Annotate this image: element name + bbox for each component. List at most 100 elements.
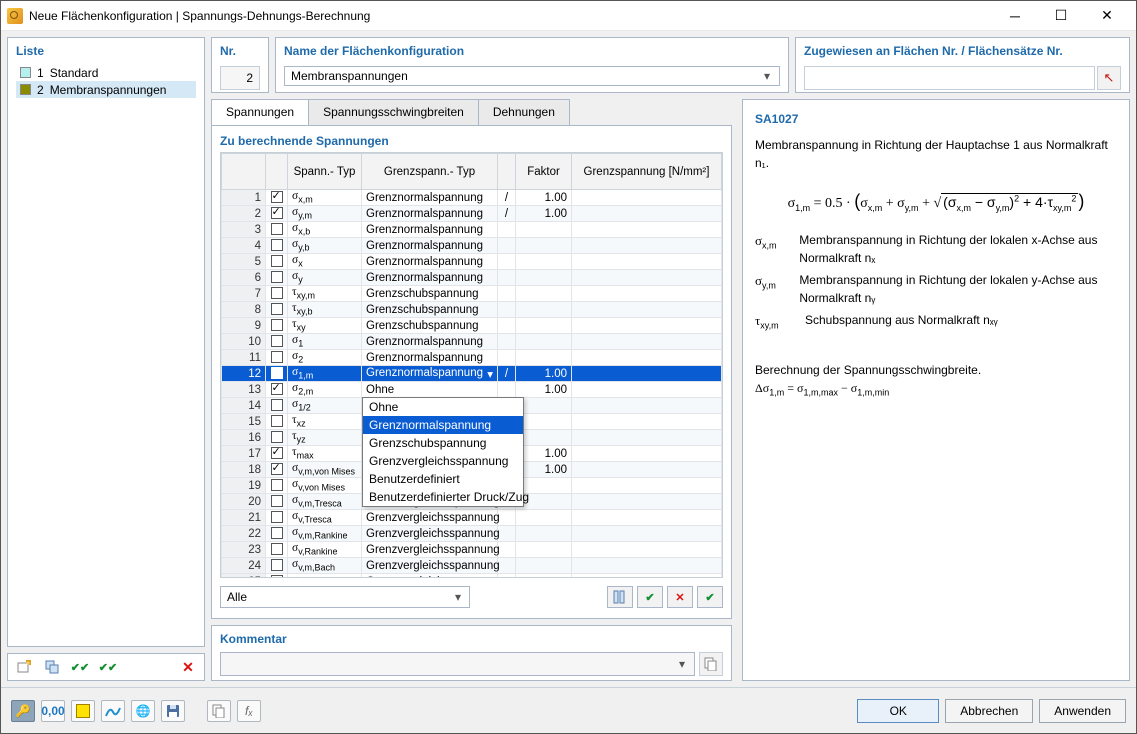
col-faktor[interactable]: Faktor — [516, 154, 572, 190]
dropdown-option[interactable]: Grenzvergleichsspannung — [363, 452, 523, 470]
cell-grenztyp[interactable]: Grenzvergleichsspannung — [362, 526, 498, 542]
cell-spanntyp[interactable]: σy,b — [288, 238, 362, 254]
cell-grenzspannung[interactable] — [572, 430, 722, 446]
row-checkbox[interactable] — [266, 558, 288, 574]
copy-config-button[interactable] — [40, 655, 64, 679]
row-checkbox[interactable] — [266, 494, 288, 510]
row-checkbox[interactable] — [266, 318, 288, 334]
row-checkbox[interactable] — [266, 446, 288, 462]
tab-spannungen[interactable]: Spannungen — [211, 99, 309, 125]
row-checkbox[interactable] — [266, 542, 288, 558]
tab-spannungsschwingbreiten[interactable]: Spannungsschwingbreiten — [308, 99, 479, 125]
table-row[interactable]: 13 σ2,m Ohne 1.00 — [222, 382, 722, 398]
maximize-button[interactable]: ☐ — [1038, 1, 1084, 31]
color-button[interactable] — [71, 700, 95, 722]
cell-grenztyp[interactable]: Ohne — [362, 382, 498, 398]
cell-spanntyp[interactable]: σy,m — [288, 206, 362, 222]
grenztyp-dropdown[interactable]: OhneGrenznormalspannungGrenzschubspannun… — [362, 397, 524, 507]
cell-grenzspannung[interactable] — [572, 478, 722, 494]
apply-button[interactable]: Anwenden — [1039, 699, 1126, 723]
cell-grenzspannung[interactable] — [572, 286, 722, 302]
list-item[interactable]: 2 Membranspannungen — [16, 81, 196, 98]
cell-spanntyp[interactable]: τxy,b — [288, 302, 362, 318]
cell-grenztyp[interactable]: Grenzschubspannung — [362, 302, 498, 318]
cell-grenztyp[interactable]: Grenznormalspannung — [362, 334, 498, 350]
cell-grenzspannung[interactable] — [572, 238, 722, 254]
delete-config-button[interactable]: ✕ — [176, 655, 200, 679]
tab-dehnungen[interactable]: Dehnungen — [478, 99, 570, 125]
table-row[interactable]: 1 σx,m Grenznormalspannung / 1.00 — [222, 190, 722, 206]
cell-faktor[interactable] — [516, 574, 572, 579]
cell-spanntyp[interactable]: τxz — [288, 414, 362, 430]
row-checkbox[interactable] — [266, 430, 288, 446]
cell-spanntyp[interactable]: σv,Rankine — [288, 542, 362, 558]
cell-grenztyp[interactable]: Grenznormalspannung — [362, 238, 498, 254]
cell-faktor[interactable] — [516, 286, 572, 302]
cell-grenztyp[interactable]: Grenznormalspannung — [362, 190, 498, 206]
set-unchecked-button[interactable]: ✕ — [667, 586, 693, 608]
table-row[interactable]: 8 τxy,b Grenzschubspannung — [222, 302, 722, 318]
cell-grenzspannung[interactable] — [572, 414, 722, 430]
row-checkbox[interactable] — [266, 206, 288, 222]
cell-grenztyp[interactable]: Grenzvergleichsspannung — [362, 574, 498, 579]
cell-grenzspannung[interactable] — [572, 462, 722, 478]
cell-faktor[interactable] — [516, 558, 572, 574]
row-checkbox[interactable] — [266, 334, 288, 350]
row-checkbox[interactable] — [266, 510, 288, 526]
row-checkbox[interactable] — [266, 574, 288, 579]
row-checkbox[interactable] — [266, 222, 288, 238]
cell-grenzspannung[interactable] — [572, 446, 722, 462]
cell-grenzspannung[interactable] — [572, 526, 722, 542]
row-checkbox[interactable] — [266, 414, 288, 430]
cell-spanntyp[interactable]: σv,von Mises — [288, 478, 362, 494]
pick-surfaces-button[interactable]: ↖ — [1097, 66, 1121, 90]
row-checkbox[interactable] — [266, 238, 288, 254]
check-all-button[interactable]: ✔✔ — [68, 655, 92, 679]
cell-spanntyp[interactable]: σv,m,von Mises — [288, 462, 362, 478]
row-checkbox[interactable] — [266, 190, 288, 206]
cell-spanntyp[interactable]: σv,m,Bach — [288, 558, 362, 574]
row-checkbox[interactable] — [266, 382, 288, 398]
table-row[interactable]: 22 σv,m,Rankine Grenzvergleichsspannung — [222, 526, 722, 542]
dropdown-option[interactable]: Benutzerdefinierter Druck/Zug — [363, 488, 523, 506]
cell-grenzspannung[interactable] — [572, 206, 722, 222]
cell-grenzspannung[interactable] — [572, 350, 722, 366]
cell-faktor[interactable] — [516, 542, 572, 558]
cell-spanntyp[interactable]: σy — [288, 270, 362, 286]
help-button[interactable]: 🔑 — [11, 700, 35, 722]
cell-grenztyp[interactable]: Grenzvergleichsspannung — [362, 558, 498, 574]
table-row[interactable]: 6 σy Grenznormalspannung — [222, 270, 722, 286]
table-row[interactable]: 25 σv,Bach Grenzvergleichsspannung — [222, 574, 722, 579]
copy-table-button[interactable] — [207, 700, 231, 722]
dropdown-option[interactable]: Benutzerdefiniert — [363, 470, 523, 488]
cell-grenzspannung[interactable] — [572, 222, 722, 238]
cell-spanntyp[interactable]: σx,b — [288, 222, 362, 238]
table-row[interactable]: 5 σx Grenznormalspannung — [222, 254, 722, 270]
row-checkbox[interactable] — [266, 350, 288, 366]
table-row[interactable]: 12 σ1,m Grenznormalspannung ▾ / 1.00 — [222, 366, 722, 382]
cell-grenzspannung[interactable] — [572, 398, 722, 414]
cell-grenztyp[interactable]: Grenzvergleichsspannung — [362, 542, 498, 558]
list-item[interactable]: 1 Standard — [16, 64, 196, 81]
table-row[interactable]: 11 σ2 Grenznormalspannung — [222, 350, 722, 366]
dropdown-option[interactable]: Ohne — [363, 398, 523, 416]
dropdown-option[interactable]: Grenznormalspannung — [363, 416, 523, 434]
cell-spanntyp[interactable]: σ1,m — [288, 366, 362, 382]
table-row[interactable]: 21 σv,Tresca Grenzvergleichsspannung — [222, 510, 722, 526]
col-grenzsp[interactable]: Grenzspannung [N/mm²] — [572, 154, 722, 190]
set-checked-button[interactable]: ✔ — [637, 586, 663, 608]
cell-spanntyp[interactable]: σ1/2 — [288, 398, 362, 414]
cell-faktor[interactable]: 1.00 — [516, 366, 572, 382]
minimize-button[interactable]: ─ — [992, 1, 1038, 31]
cell-spanntyp[interactable]: σ1 — [288, 334, 362, 350]
ok-button[interactable]: OK — [857, 699, 939, 723]
save-button[interactable] — [161, 700, 185, 722]
row-checkbox[interactable] — [266, 254, 288, 270]
cell-faktor[interactable]: 1.00 — [516, 206, 572, 222]
toggle-checked-button[interactable]: ✔ — [697, 586, 723, 608]
cell-grenzspannung[interactable] — [572, 382, 722, 398]
table-row[interactable]: 4 σy,b Grenznormalspannung — [222, 238, 722, 254]
cell-faktor[interactable] — [516, 254, 572, 270]
cell-faktor[interactable]: 1.00 — [516, 190, 572, 206]
cell-grenztyp[interactable]: Grenznormalspannung — [362, 222, 498, 238]
